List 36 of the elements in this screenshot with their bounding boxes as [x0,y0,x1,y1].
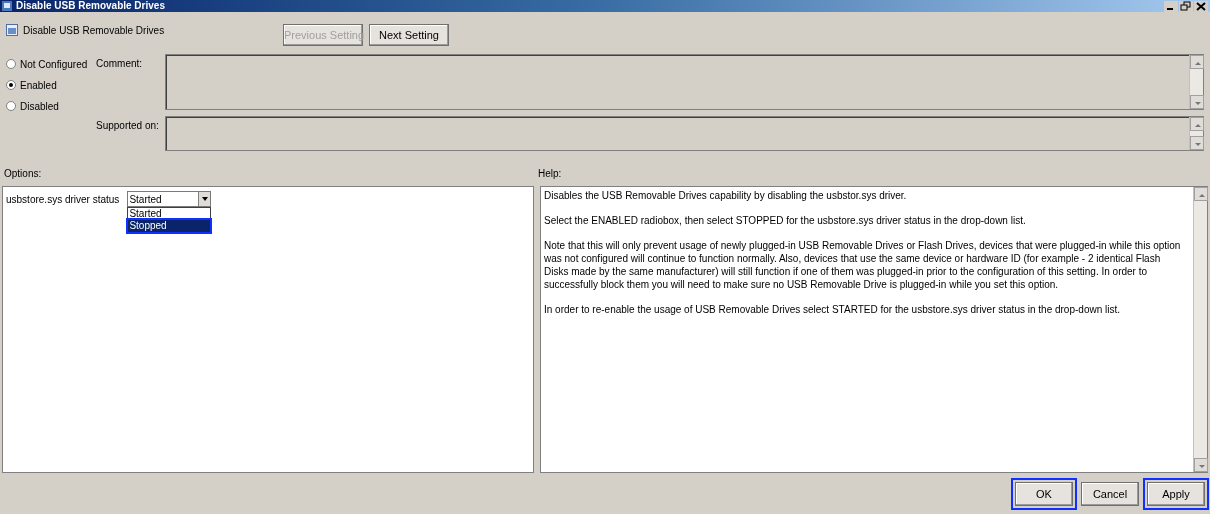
radio-button[interactable] [6,80,16,90]
scroll-down-icon[interactable] [1190,95,1204,109]
comment-field[interactable] [165,54,1204,110]
dropdown-option[interactable]: Started [128,208,211,220]
dropdown[interactable]: Started [127,191,212,207]
scroll-up-icon[interactable] [1194,187,1208,201]
scroll-up-icon[interactable] [1190,55,1204,69]
dropdown-option[interactable]: Stopped [128,220,211,232]
dialog-button[interactable]: OK [1015,482,1073,506]
supported-on-label: Supported on: [96,119,160,133]
radio-label[interactable]: Disabled [20,98,59,114]
radio-button[interactable] [6,59,16,69]
scroll-down-icon[interactable] [1194,458,1208,472]
close-icon[interactable] [1194,0,1208,12]
radio-label[interactable]: Not Configured [20,56,88,72]
option-label: usbstore.sys driver status [6,193,120,207]
window-icon [2,1,12,11]
policy-icon [6,24,18,36]
options-label: Options: [3,167,43,181]
nav-button[interactable]: Next Setting [369,24,449,46]
radio-button[interactable] [6,101,16,111]
scroll-down-icon[interactable] [1190,136,1204,150]
dialog-button[interactable]: Apply [1147,482,1205,506]
help-paragraph: In order to re-enable the usage of USB Removable Drives select STARTED for the usbstore.sys driver status in the drop-down list. [544,303,1121,316]
minimize-icon[interactable] [1164,0,1178,12]
dialog-button[interactable]: Cancel [1081,482,1139,506]
help-paragraph: Select the ENABLED radiobox, then select STOPPED for the usbstore.sys driver status in the drop-down list. [544,214,1027,227]
help-paragraph: Note that this will only prevent usage of newly plugged-in USB Removable Drives or Flash Drives, devices that were plugged-in while this option was not configured will continue to function normally. Also, devices that use the same device or hardware ID (for example - 2 identical Flash Disks made by the same manufacturer) will still function if one of them was plugged-in prior to the configuration of this setting. In order to successfully block them you will need to make sure no USB Removable Drive is plugged-in while you set this option. [544,239,1182,291]
restore-icon[interactable] [1179,0,1193,12]
help-paragraph: Disables the USB Removable Drives capability by disabling the usbstor.sys driver. [544,189,908,202]
radio-label[interactable]: Enabled [20,77,57,93]
comment-label: Comment: [96,57,144,71]
window-title: Disable USB Removable Drives [16,1,165,11]
setting-title: Disable USB Removable Drives [23,24,166,38]
help-label: Help: [538,167,562,181]
scroll-up-icon[interactable] [1190,117,1204,131]
